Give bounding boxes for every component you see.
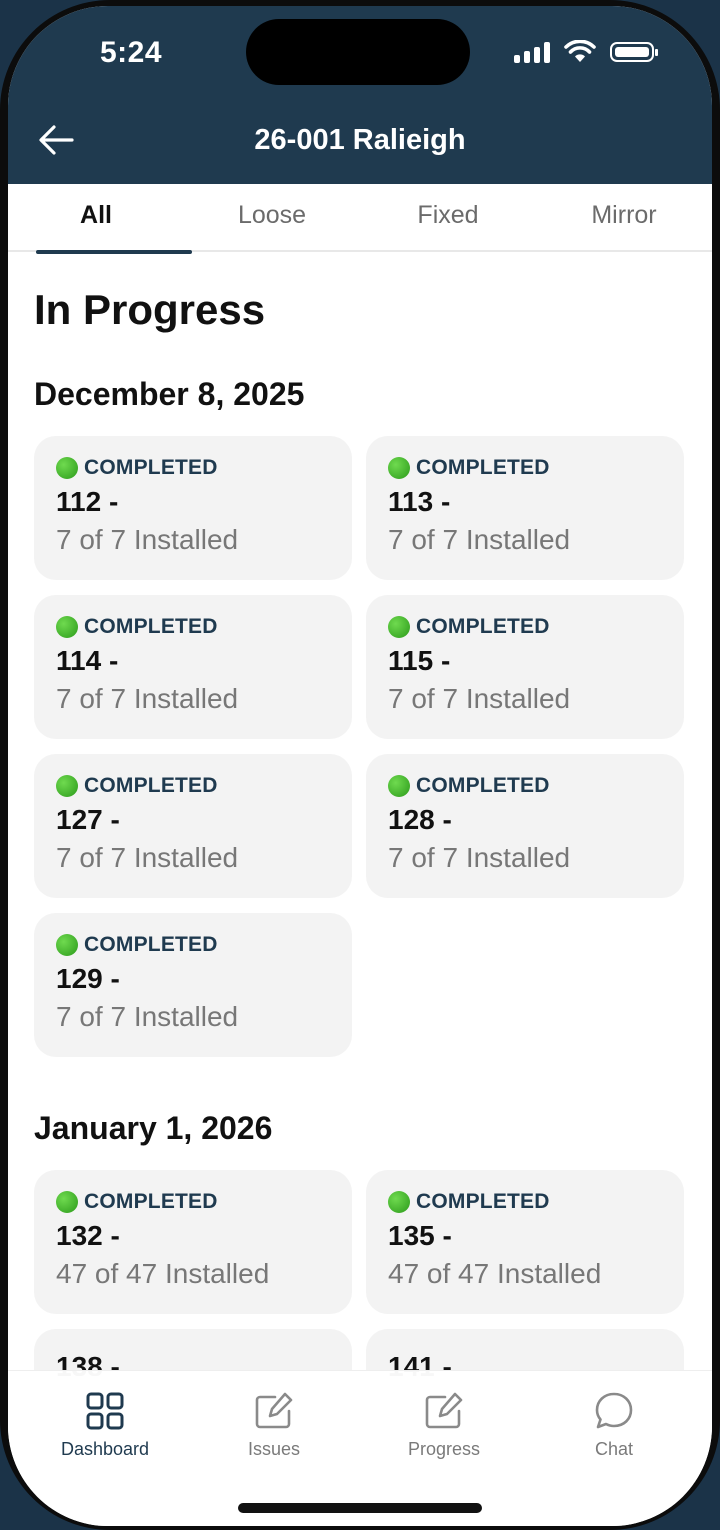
tab-bar: All Loose Fixed Mirror <box>8 184 712 254</box>
status-label: COMPLETED <box>416 1190 550 1213</box>
app-header: 5:24 26-001 Ralieigh <box>8 6 712 184</box>
installed-count: 7 of 7 Installed <box>388 524 571 555</box>
installed-count: 7 of 7 Installed <box>388 842 571 873</box>
status-label: COMPLETED <box>84 456 218 479</box>
unit-number: 115 - <box>388 645 451 676</box>
unit-card[interactable]: 141 - <box>366 1329 684 1376</box>
installed-count: 7 of 7 Installed <box>56 1001 239 1032</box>
status-time: 5:24 <box>100 36 163 69</box>
installed-count: 47 of 47 Installed <box>388 1258 602 1289</box>
tab-fixed[interactable]: Fixed <box>360 184 536 250</box>
status-label: COMPLETED <box>84 933 218 956</box>
status-dot-icon <box>388 616 410 638</box>
status-dot-icon <box>388 1191 410 1213</box>
status-dot-icon <box>388 775 410 797</box>
status-label: COMPLETED <box>84 774 218 797</box>
unit-card[interactable]: COMPLETED 132 - 47 of 47 Installed <box>34 1170 352 1314</box>
unit-number: 132 - <box>56 1220 120 1251</box>
wifi-icon <box>564 40 596 62</box>
content-scroll[interactable]: In Progress December 8, 2025 COMPLETED 1… <box>8 252 712 1376</box>
installed-count: 47 of 47 Installed <box>56 1258 270 1289</box>
battery-icon <box>610 42 658 62</box>
group-date: December 8, 2025 <box>34 376 305 412</box>
tab-all[interactable]: All <box>8 184 192 254</box>
status-dot-icon <box>388 457 410 479</box>
cellular-signal-icon <box>514 41 550 63</box>
status-label: COMPLETED <box>84 615 218 638</box>
nav-chat[interactable]: Chat <box>544 1391 684 1460</box>
status-dot-icon <box>56 616 78 638</box>
unit-number: 112 - <box>56 486 119 517</box>
unit-card[interactable]: COMPLETED 135 - 47 of 47 Installed <box>366 1170 684 1314</box>
unit-number: 128 - <box>388 804 452 835</box>
status-dot-icon <box>56 457 78 479</box>
home-indicator[interactable] <box>238 1503 482 1513</box>
nav-dashboard[interactable]: Dashboard <box>35 1391 175 1460</box>
unit-card[interactable]: COMPLETED 113 - 7 of 7 Installed <box>366 436 684 580</box>
unit-number: 113 - <box>388 486 451 517</box>
status-label: COMPLETED <box>416 615 550 638</box>
edit-icon <box>425 1392 463 1429</box>
status-label: COMPLETED <box>416 456 550 479</box>
installed-count: 7 of 7 Installed <box>56 842 239 873</box>
edit-icon <box>255 1392 293 1429</box>
grid-icon <box>86 1392 124 1430</box>
dynamic-island <box>246 19 470 85</box>
nav-label: Dashboard <box>60 1439 150 1459</box>
unit-card[interactable]: COMPLETED 129 - 7 of 7 Installed <box>34 913 352 1057</box>
unit-number: 127 - <box>56 804 120 835</box>
installed-count: 7 of 7 Installed <box>56 524 239 555</box>
app-screen: 5:24 26-001 Ralieigh All Loose Fixed Mir… <box>8 6 712 1526</box>
tab-loose[interactable]: Loose <box>184 184 360 250</box>
group-date: January 1, 2026 <box>34 1110 273 1146</box>
status-icons <box>514 40 658 64</box>
status-label: COMPLETED <box>84 1190 218 1213</box>
nav-progress[interactable]: Progress <box>374 1391 514 1460</box>
unit-card[interactable]: COMPLETED 128 - 7 of 7 Installed <box>366 754 684 898</box>
status-dot-icon <box>56 934 78 956</box>
section-title: In Progress <box>34 286 266 333</box>
installed-count: 7 of 7 Installed <box>388 683 571 714</box>
unit-card[interactable]: COMPLETED 127 - 7 of 7 Installed <box>34 754 352 898</box>
status-dot-icon <box>56 1191 78 1213</box>
page-title: 26-001 Ralieigh <box>254 124 466 156</box>
unit-number: 135 - <box>388 1220 452 1251</box>
unit-card[interactable]: COMPLETED 114 - 7 of 7 Installed <box>34 595 352 739</box>
nav-label: Chat <box>594 1439 634 1459</box>
status-dot-icon <box>56 775 78 797</box>
unit-number: 129 - <box>56 963 120 994</box>
nav-issues[interactable]: Issues <box>204 1391 344 1460</box>
installed-count: 7 of 7 Installed <box>56 683 239 714</box>
nav-label: Issues <box>247 1439 301 1459</box>
unit-card[interactable]: 138 - <box>34 1329 352 1376</box>
unit-card[interactable]: COMPLETED 115 - 7 of 7 Installed <box>366 595 684 739</box>
unit-card[interactable]: COMPLETED 112 - 7 of 7 Installed <box>34 436 352 580</box>
tab-mirror[interactable]: Mirror <box>536 184 712 250</box>
chat-bubble-icon <box>595 1392 633 1429</box>
status-label: COMPLETED <box>416 774 550 797</box>
nav-label: Progress <box>407 1439 481 1459</box>
unit-number: 114 - <box>56 645 119 676</box>
